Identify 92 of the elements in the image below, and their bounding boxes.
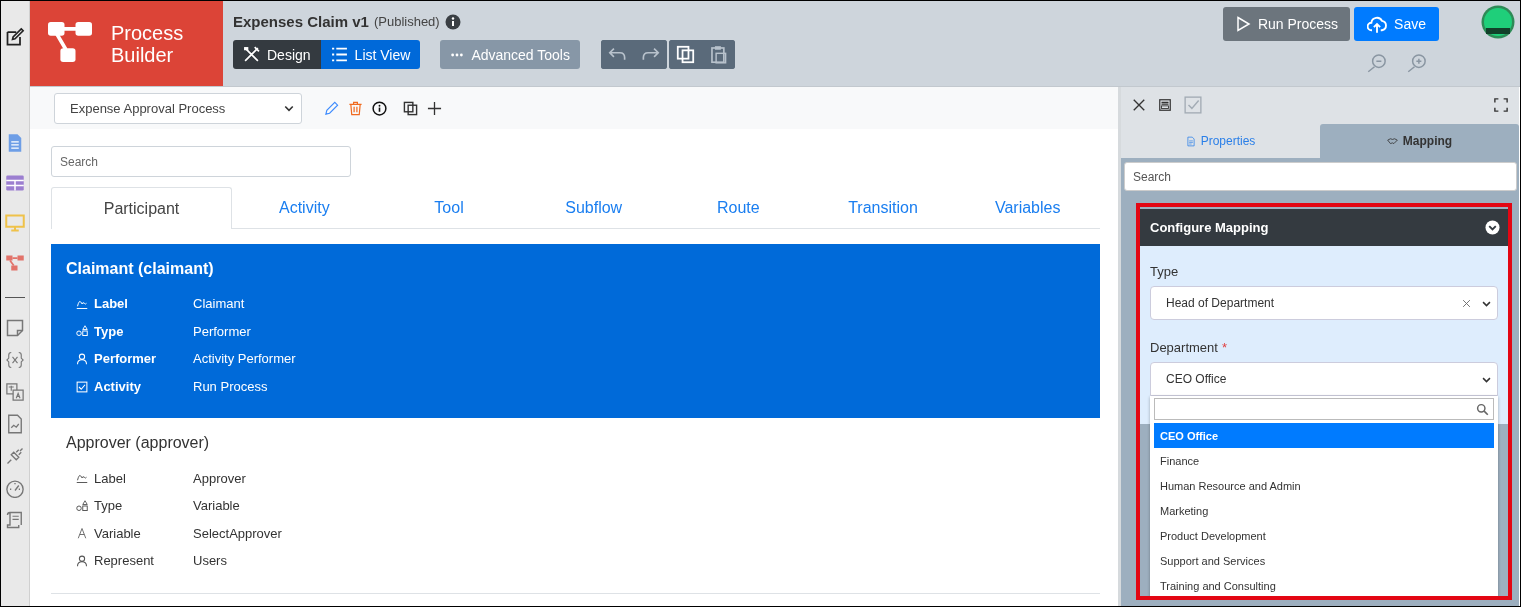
copy-icon (675, 45, 695, 64)
field-label: Type (1150, 264, 1180, 279)
shapes-icon (76, 325, 88, 338)
list-icon (330, 46, 348, 63)
property-value: SelectApprover (193, 525, 283, 541)
variable-braces-icon[interactable] (5, 350, 25, 370)
tab[interactable]: Route (666, 187, 811, 228)
participant-title: Approver (approver) (66, 434, 211, 453)
tab[interactable]: Subflow (521, 187, 666, 228)
app-name: Process Builder (111, 21, 185, 66)
process-title: Expenses Claim v1 (233, 13, 369, 30)
tab[interactable]: Transition (810, 187, 956, 228)
handshake-icon (1386, 135, 1398, 147)
add-icon[interactable] (427, 100, 442, 116)
person-icon (76, 554, 88, 567)
property-value: Run Process (193, 379, 269, 395)
search-field[interactable]: Search (51, 146, 351, 177)
property-value: Claimant (193, 296, 246, 312)
tab[interactable]: Participant (51, 187, 232, 229)
table-icon[interactable] (5, 173, 25, 193)
edit-icon[interactable] (5, 27, 25, 47)
property-name: Variable (94, 525, 142, 541)
property-name: Represent (94, 553, 155, 569)
page-icon (1185, 135, 1196, 147)
field-label: Department (1150, 340, 1218, 355)
tab[interactable]: Activity (232, 187, 377, 228)
tools-icon (243, 46, 260, 63)
search-icon (1476, 402, 1489, 416)
select-field[interactable]: Head of Department (1150, 286, 1498, 320)
window-icon[interactable] (1158, 98, 1172, 112)
property-name: Label (94, 470, 127, 486)
fullscreen-icon[interactable] (1494, 98, 1508, 112)
list-view-button[interactable]: List View (320, 40, 421, 69)
zoom-out-icon[interactable] (1367, 53, 1387, 73)
chart-document-icon[interactable] (5, 414, 25, 434)
flowchart-icon[interactable] (5, 253, 25, 273)
plug-icon[interactable] (5, 446, 25, 466)
dropdown-option[interactable]: Human Resource and Admin (1154, 473, 1494, 498)
property-name: Type (94, 498, 124, 514)
paste-icon (708, 45, 728, 64)
dropdown-option[interactable]: Training and Consulting (1154, 573, 1494, 596)
save-button[interactable]: Save (1354, 7, 1439, 41)
note-icon[interactable] (5, 318, 25, 338)
signature-icon (76, 472, 88, 485)
property-value: Activity Performer (193, 351, 297, 367)
process-select[interactable]: Expense Approval Process (54, 92, 302, 124)
participant-card[interactable]: Claimant (claimant) Label Claimant Type Performer Performer Activity Performer Activity Run Process (51, 244, 1100, 419)
property-value: Approver (193, 470, 247, 486)
tab[interactable]: Variables (955, 187, 1101, 228)
design-view-button[interactable]: Design (233, 40, 321, 69)
property-value: Performer (193, 323, 252, 339)
checkbox-icon[interactable] (1184, 96, 1202, 114)
dropdown-search-field[interactable] (1154, 398, 1494, 420)
letter-icon (76, 527, 88, 540)
property-name: Type (94, 323, 125, 339)
panel-tab[interactable]: Mapping (1320, 124, 1519, 158)
translate-icon[interactable] (5, 382, 25, 402)
dropdown-option[interactable]: CEO Office (1154, 423, 1494, 448)
property-name: Activity (94, 379, 142, 395)
person-icon (76, 353, 88, 365)
dropdown-option[interactable]: Marketing (1154, 498, 1494, 523)
info-icon[interactable] (372, 100, 387, 116)
status-label: (Published) (373, 14, 440, 29)
checkbox-icon (76, 380, 88, 393)
gauge-icon[interactable] (5, 478, 25, 498)
clear-icon[interactable] (1462, 298, 1471, 308)
property-name: Label (94, 296, 129, 312)
card-title: Configure Mapping (1150, 220, 1269, 235)
delete-icon[interactable] (348, 100, 363, 116)
copy-icon[interactable] (403, 100, 418, 116)
dropdown-option[interactable]: Product Development (1154, 523, 1494, 548)
property-value: Users (193, 553, 228, 569)
scroll-icon[interactable] (5, 510, 25, 530)
property-value: Variable (193, 498, 241, 514)
property-name: Performer (94, 351, 158, 367)
zoom-in-icon[interactable] (1407, 53, 1427, 73)
search-field[interactable]: Search (1124, 162, 1517, 191)
play-icon (1234, 16, 1251, 32)
run-process-button[interactable]: Run Process (1222, 7, 1351, 41)
dropdown-option[interactable]: Support and Services (1154, 548, 1494, 573)
collapse-icon[interactable] (1485, 220, 1500, 235)
participant-card[interactable]: Approver (approver) Label Approver Type Variable Variable SelectApprover Represent Users (51, 418, 1100, 594)
avatar[interactable] (1481, 5, 1515, 39)
info-icon[interactable] (444, 13, 461, 30)
shapes-icon (76, 499, 88, 512)
tab[interactable]: Tool (376, 187, 522, 228)
dropdown-option[interactable]: Finance (1154, 448, 1494, 473)
advanced-tools-button[interactable]: Advanced Tools (440, 40, 580, 69)
cloud-upload-icon (1367, 14, 1388, 34)
required-mark: * (1221, 340, 1227, 355)
close-icon[interactable] (1132, 98, 1146, 112)
participant-title: Claimant (claimant) (66, 260, 215, 278)
